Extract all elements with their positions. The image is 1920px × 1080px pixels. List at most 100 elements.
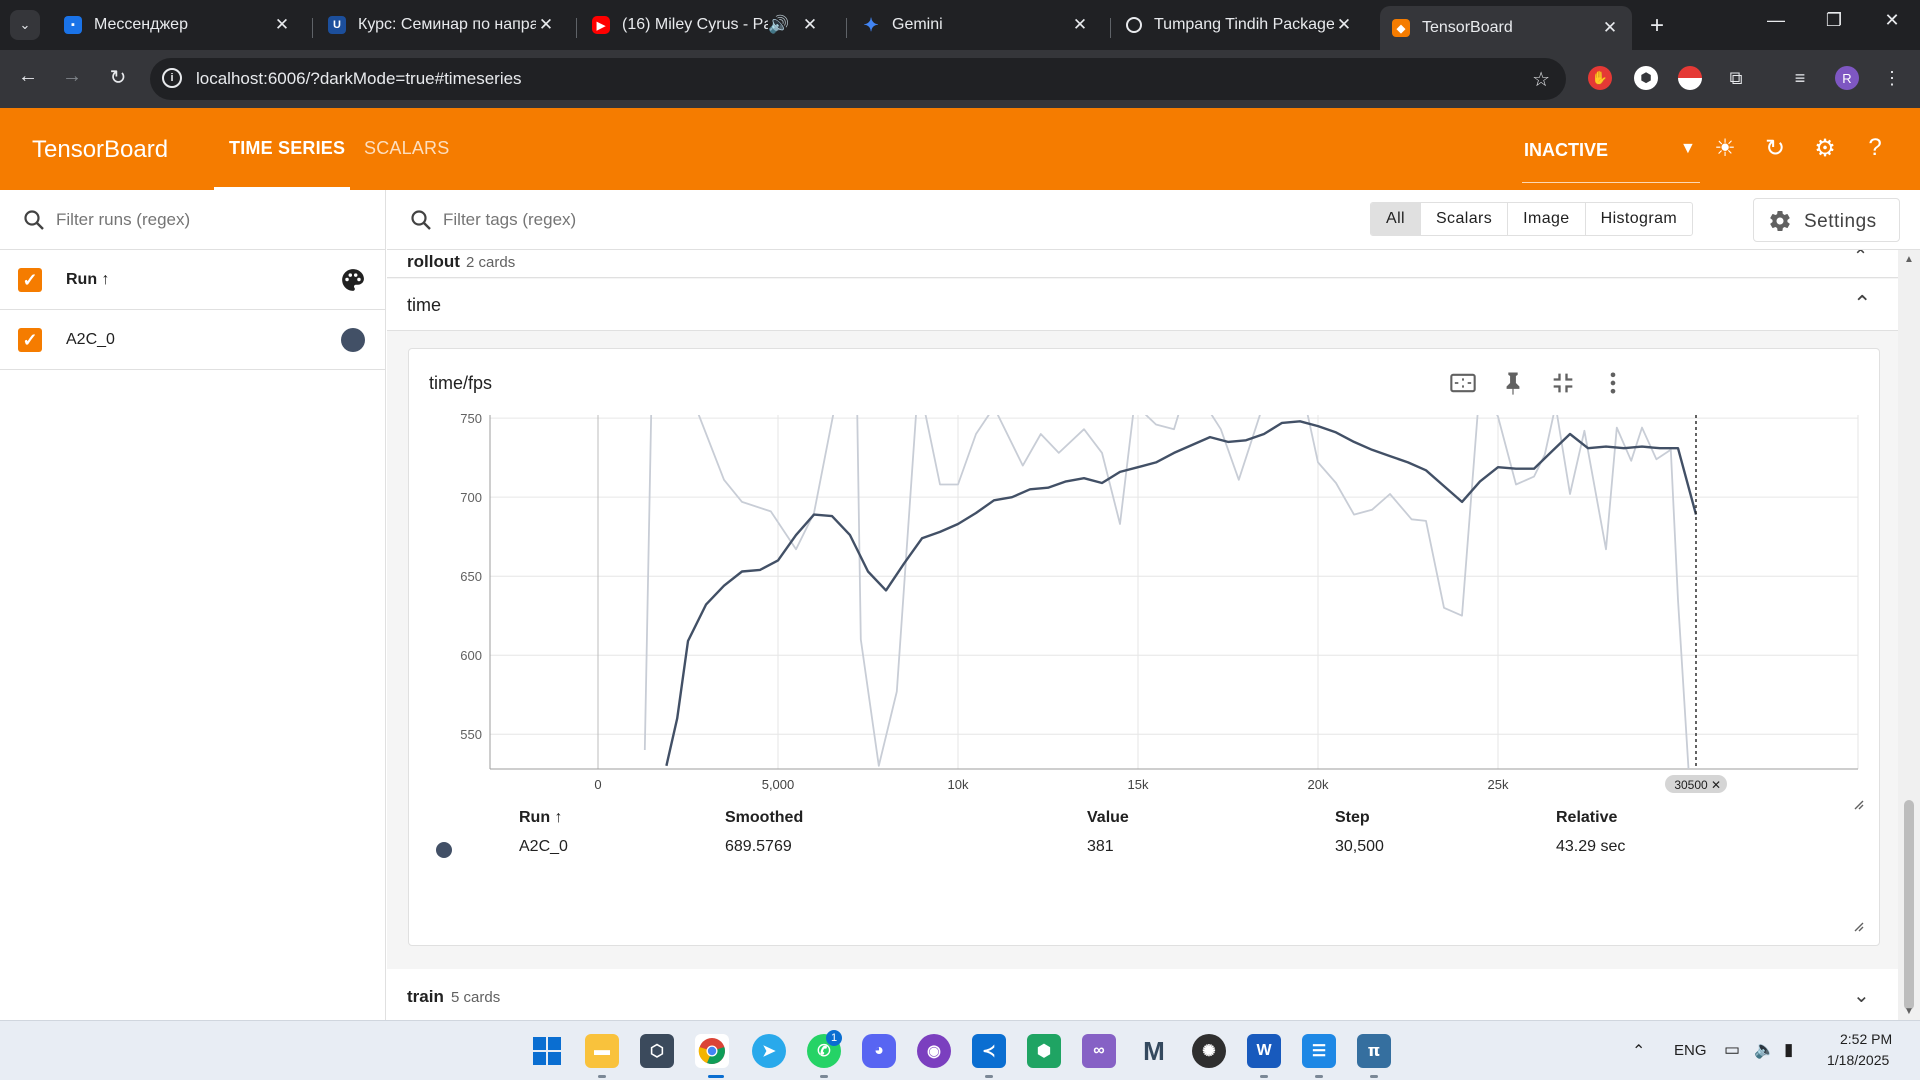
browser-tab-tensorboard[interactable]: ◆ TensorBoard ✕ (1380, 6, 1632, 50)
group-time-header[interactable]: time ⌃ (387, 279, 1899, 331)
notepad-icon[interactable]: ☰ (1302, 1034, 1336, 1068)
card-type-filter: All Scalars Image Histogram (1370, 202, 1694, 236)
close-window-button[interactable]: ✕ (1872, 10, 1912, 31)
run-row[interactable]: ✓ A2C_0 (0, 310, 386, 370)
chrome-icon[interactable] (695, 1034, 729, 1068)
tab-divider (312, 18, 313, 38)
run-filter-input[interactable]: Filter runs (regex) (56, 210, 190, 230)
extension-hexagon-icon[interactable]: ⬢ (1634, 66, 1658, 90)
tag-filter-input[interactable]: Filter tags (regex) (443, 210, 576, 230)
browser-tab-course[interactable]: U Курс: Семинар по направ ✕ (316, 8, 568, 42)
plugin-status-select[interactable]: INACTIVE (1524, 140, 1608, 161)
back-icon[interactable]: ← (14, 65, 42, 88)
close-icon[interactable]: ✕ (1334, 15, 1354, 35)
filter-histogram-button[interactable]: Histogram (1586, 203, 1693, 235)
maple-icon[interactable]: M (1137, 1034, 1171, 1068)
browser-tab-youtube[interactable]: ▶ (16) Miley Cyrus - Party 🔊 ✕ (580, 8, 832, 42)
run-filter: Filter runs (regex) (0, 190, 386, 250)
visual-studio-icon[interactable]: ∞ (1082, 1034, 1116, 1068)
browser-tab-gemini[interactable]: ✦ Gemini ✕ (850, 8, 1102, 42)
filter-image-button[interactable]: Image (1508, 203, 1586, 235)
filter-all-button[interactable]: All (1371, 203, 1421, 235)
bookmark-star-icon[interactable]: ☆ (1532, 67, 1550, 92)
browser-tab-messenger[interactable]: ▪ Мессенджер ✕ (52, 8, 304, 42)
python-icon[interactable]: 𝝿 (1357, 1034, 1391, 1068)
github-desktop-icon[interactable]: ◉ (917, 1034, 951, 1068)
site-info-icon[interactable]: i (162, 68, 182, 88)
restore-button[interactable]: ❐ (1814, 10, 1854, 31)
refresh-icon[interactable]: ↻ (1760, 134, 1790, 163)
close-icon[interactable]: ✕ (536, 15, 556, 35)
file-explorer-icon[interactable]: ▬ (585, 1034, 619, 1068)
word-icon[interactable]: W (1247, 1034, 1281, 1068)
chevron-up-tray-icon[interactable]: ⌃ (1632, 1041, 1645, 1061)
group-rollout-header[interactable]: rollout 2 cards ⌃ (387, 250, 1899, 278)
address-bar[interactable]: i localhost:6006/?darkMode=true#timeseri… (150, 58, 1566, 100)
new-tab-button[interactable]: + (1650, 12, 1664, 40)
scroll-up-arrow[interactable]: ▲ (1904, 254, 1914, 265)
close-icon[interactable]: ✕ (272, 15, 292, 35)
scalar-card-time-fps: time/fps 550 600 650 700 750 0 5,000 10k 15k 20k 2… (408, 348, 1880, 946)
windows-start-icon[interactable] (530, 1034, 564, 1068)
browser-tab-chatgpt[interactable]: Tumpang Tindih Package ✕ (1114, 8, 1366, 42)
y-tick-label: 700 (460, 490, 482, 505)
palette-icon[interactable] (340, 267, 366, 293)
close-icon[interactable]: ✕ (1600, 18, 1620, 38)
step-cursor-close-icon[interactable]: ✕ (1711, 778, 1721, 792)
extensions-puzzle-icon[interactable]: ⧉ (1724, 66, 1748, 90)
vscode-icon[interactable]: ≺ (972, 1034, 1006, 1068)
run-color-swatch[interactable] (341, 328, 365, 352)
app-brand[interactable]: TensorBoard (32, 136, 168, 164)
telegram-icon[interactable]: ➤ (752, 1034, 786, 1068)
battery-icon[interactable]: ▮ (1784, 1040, 1793, 1060)
main-scrollbar[interactable]: ▲ ▼ (1898, 250, 1920, 1020)
theme-sun-icon[interactable]: ☀ (1710, 134, 1740, 163)
volume-icon[interactable]: 🔈 (1754, 1040, 1775, 1060)
line-chart[interactable]: 550 600 650 700 750 0 5,000 10k 15k 20k 25k 30500 ✕ (409, 349, 1881, 809)
language-indicator[interactable]: ENG (1674, 1042, 1707, 1059)
messenger-icon: ▪ (64, 16, 82, 34)
clock-date[interactable]: 1/18/2025 (1827, 1052, 1889, 1068)
card-resize-handle[interactable] (1853, 921, 1865, 933)
virtualbox-icon[interactable]: ⬡ (640, 1034, 674, 1068)
tab-time-series[interactable]: TIME SERIES (229, 138, 345, 159)
select-all-checkbox[interactable]: ✓ (18, 268, 42, 292)
chart-resize-handle[interactable] (1853, 799, 1865, 811)
chevron-down-icon[interactable]: ⌄ (1853, 983, 1870, 1008)
col-run[interactable]: Run ↑ (519, 809, 563, 827)
minimize-button[interactable]: — (1756, 10, 1796, 31)
dropdown-arrow-icon[interactable]: ▼ (1680, 140, 1696, 158)
runs-panel: Filter runs (regex) ✓ Run ↑ ✓ A2C_0 (0, 190, 386, 1020)
chatgpt-app-icon[interactable]: ✺ (1192, 1034, 1226, 1068)
scroll-down-arrow[interactable]: ▼ (1904, 1006, 1914, 1017)
close-icon[interactable]: ✕ (800, 15, 820, 35)
robot-app-icon[interactable]: ⬢ (1027, 1034, 1061, 1068)
discord-icon[interactable]: ◕ (862, 1034, 896, 1068)
group-train-header[interactable]: train 5 cards ⌄ (387, 969, 1899, 1020)
extension-hand-icon[interactable]: ✋ (1588, 66, 1612, 90)
cell-step: 30,500 (1335, 838, 1384, 855)
reload-icon[interactable]: ↻ (104, 65, 132, 90)
chevron-up-icon[interactable]: ⌃ (1853, 250, 1868, 267)
browser-menu-icon[interactable]: ⋮ (1880, 66, 1904, 90)
gear-icon (1770, 211, 1790, 232)
settings-gear-icon[interactable]: ⚙ (1810, 134, 1840, 163)
run-checkbox[interactable]: ✓ (18, 328, 42, 352)
settings-button[interactable]: Settings (1753, 198, 1900, 242)
run-column-header[interactable]: Run ↑ (66, 271, 110, 289)
tab-search-button[interactable]: ⌄ (10, 10, 40, 40)
network-icon[interactable]: ▭ (1724, 1040, 1740, 1060)
clock-time[interactable]: 2:52 PM (1840, 1031, 1892, 1047)
url-text[interactable]: localhost:6006/?darkMode=true#timeseries (196, 69, 522, 89)
help-icon[interactable]: ? (1860, 134, 1890, 162)
chevron-up-icon[interactable]: ⌃ (1853, 291, 1871, 317)
extension-pokeball-icon[interactable] (1678, 66, 1702, 90)
filter-scalars-button[interactable]: Scalars (1421, 203, 1509, 235)
tab-scalars[interactable]: SCALARS (364, 138, 449, 159)
profile-avatar[interactable]: R (1835, 66, 1859, 90)
speaker-icon[interactable]: 🔊 (768, 15, 789, 35)
scrollbar-thumb[interactable] (1904, 800, 1914, 1010)
forward-icon[interactable]: → (58, 65, 86, 88)
media-control-icon[interactable]: ≡ (1788, 66, 1812, 90)
close-icon[interactable]: ✕ (1070, 15, 1090, 35)
